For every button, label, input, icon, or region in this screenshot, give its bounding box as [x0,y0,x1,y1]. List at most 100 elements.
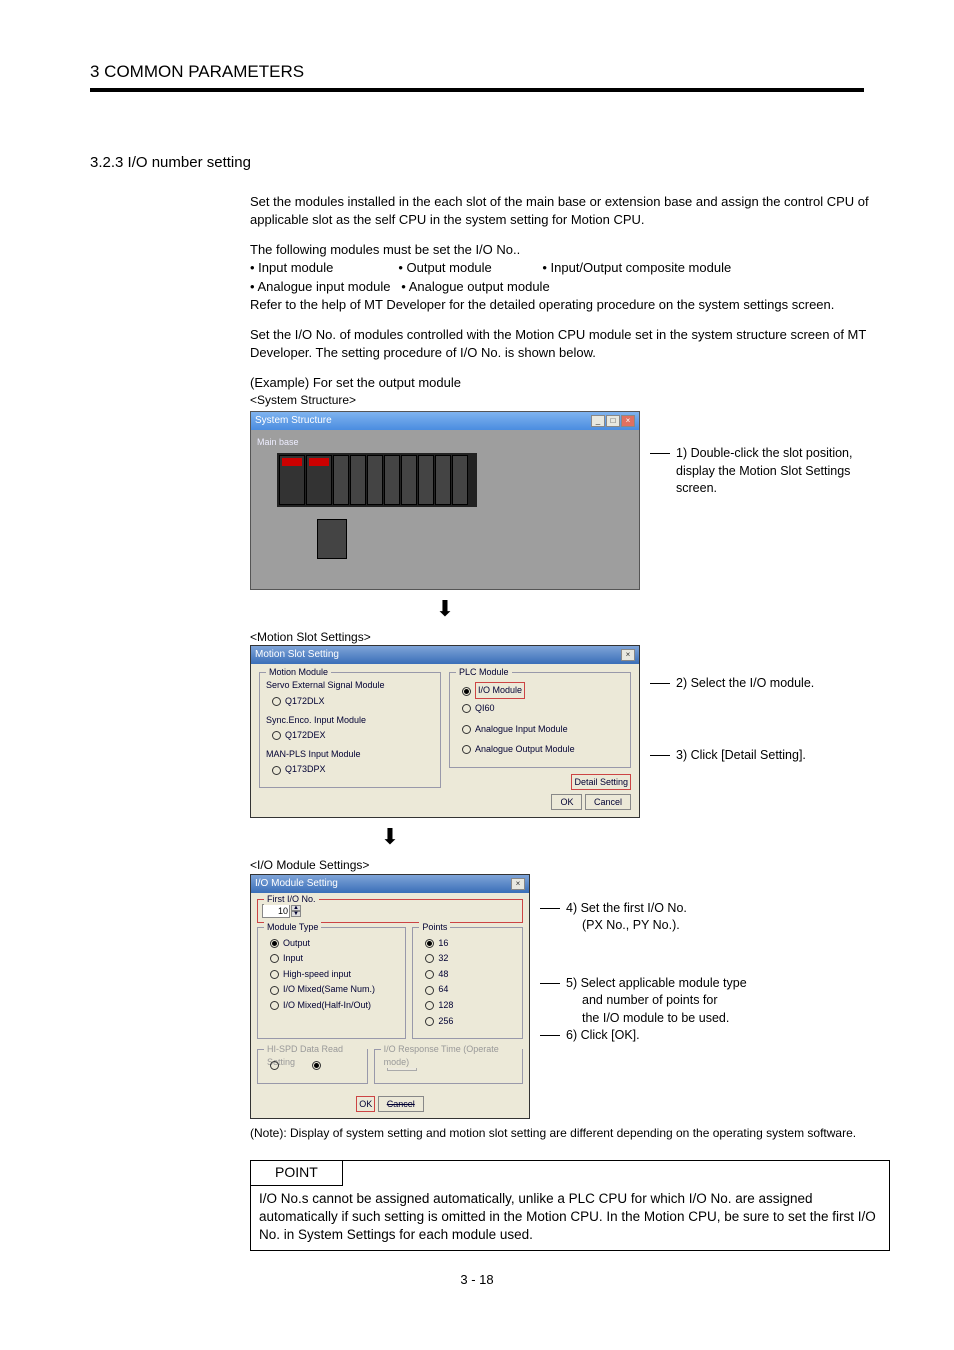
down-arrow-icon: ⬇ [250,594,640,625]
radio-label: Q172DLX [285,696,325,706]
radio-label: QI60 [475,703,495,713]
radio-label: Output [283,938,310,948]
hs-read-group: HI-SPD Data Read Setting Used Unused [257,1049,368,1084]
minimize-button[interactable]: _ [591,415,605,427]
close-button[interactable]: × [621,649,635,661]
first-io-group: First I/O No. ▲▼ [257,899,523,923]
radio-p256[interactable]: 256 [425,1015,516,1028]
radio-p64[interactable]: 64 [425,983,516,996]
group-title: PLC Module [456,666,512,679]
module-slot[interactable] [401,455,417,505]
module-slot[interactable] [350,455,366,505]
radio-label: I/O Module [475,682,525,699]
module-slot[interactable] [418,455,434,505]
module-slot[interactable] [452,455,468,505]
cancel-button[interactable]: Cancel [585,794,631,810]
radio-label: Analogue Input Module [475,724,568,734]
chapter-title: 3 COMMON PARAMETERS [90,60,864,84]
radio-label: High-speed input [283,969,351,979]
radio-q172dlx[interactable]: Q172DLX [272,695,434,708]
radio-p48[interactable]: 48 [425,968,516,981]
bullet-row: • Input module • Output module • Input/O… [250,259,890,277]
spin-down-icon[interactable]: ▼ [291,911,301,917]
radio-q172dex[interactable]: Q172DEX [272,729,434,742]
horizontal-rule [90,88,864,92]
note: (Note): Display of system setting and mo… [250,1125,890,1142]
annotation-3: 3) Click [Detail Setting]. [676,747,806,765]
window-titlebar: I/O Module Setting × [251,875,529,893]
group-title: Motion Module [266,666,331,679]
module-slot[interactable] [435,455,451,505]
radio-hs-input[interactable]: High-speed input [270,968,399,981]
motion-module-group: Motion Module Servo External Signal Modu… [259,672,441,788]
annotation-6: 6) Click [OK]. [566,1027,640,1045]
first-io-spinner[interactable]: ▲▼ [262,904,301,918]
radio-qi60[interactable]: QI60 [462,702,624,715]
cancel-button[interactable]: Cancel [378,1096,424,1112]
paragraph: Set the modules installed in the each sl… [250,193,890,229]
window-title: System Structure [255,414,332,428]
close-button[interactable]: × [511,878,525,890]
radio-label: 256 [438,1016,453,1026]
radio-label: 48 [438,969,448,979]
annotation-2: 2) Select the I/O module. [676,675,814,693]
down-arrow-icon: ⬇ [250,822,530,853]
cpu-slot[interactable] [306,455,332,505]
points-group: Points 16 32 48 64 128 256 [412,927,523,1040]
radio-q173dpx[interactable]: Q173DPX [272,763,434,776]
group-title: Module Type [264,921,321,934]
radio-label: I/O Mixed(Same Num.) [283,984,375,994]
mainbase-label: Main base [257,436,633,449]
figure-caption: <System Structure> [250,392,890,409]
radio-mixed-half[interactable]: I/O Mixed(Half-In/Out) [270,999,399,1012]
module-slot[interactable] [384,455,400,505]
bullet-row: • Analogue input module • Analogue outpu… [250,278,890,296]
system-structure-window: System Structure _ □ × Main base [250,411,640,590]
radio-p32[interactable]: 32 [425,952,516,965]
close-button[interactable]: × [621,415,635,427]
group-title: Points [419,921,450,934]
chassis [277,453,477,507]
radio-label: 16 [438,938,448,948]
maximize-button[interactable]: □ [606,415,620,427]
radio-io-module[interactable]: I/O Module [462,682,624,699]
annotation-4a: 4) Set the first I/O No. [566,900,687,918]
cpu-slot[interactable] [279,455,305,505]
radio-output[interactable]: Output [270,937,399,950]
group-title: First I/O No. [264,893,319,906]
annotation-5c: the I/O module to be used. [566,1010,747,1028]
servo-external-label: Servo External Signal Module [266,679,434,692]
module-type-group: Module Type Output Input High-speed inpu… [257,927,406,1040]
radio-label: Input [283,953,303,963]
sync-enco-label: Sync.Enco. Input Module [266,714,434,727]
example-caption: (Example) For set the output module [250,374,890,392]
point-heading: POINT [250,1160,343,1186]
manpls-label: MAN-PLS Input Module [266,748,434,761]
window-title: Motion Slot Setting [255,648,339,662]
radio-p128[interactable]: 128 [425,999,516,1012]
section-title: 3.2.3 I/O number setting [90,152,864,173]
radio-label: 128 [438,1000,453,1010]
annotation-1: 1) Double-click the slot position, displ… [676,445,890,498]
radio-analog-input[interactable]: Analogue Input Module [462,723,624,736]
bullet: • Analogue input module [250,279,390,294]
point-body: I/O No.s cannot be assigned automaticall… [251,1186,889,1251]
radio-label: 64 [438,984,448,994]
ok-button[interactable]: OK [551,794,582,810]
ok-button[interactable]: OK [356,1096,375,1113]
radio-p16[interactable]: 16 [425,937,516,950]
detail-setting-button[interactable]: Detail Setting [571,774,631,791]
module-slot[interactable] [333,455,349,505]
annotation-5b: and number of points for [566,992,747,1010]
paragraph: Set the I/O No. of modules controlled wi… [250,326,890,362]
front-connector [317,519,347,559]
radio-label: Analogue Output Module [475,744,575,754]
module-slot[interactable] [367,455,383,505]
radio-mixed-same[interactable]: I/O Mixed(Same Num.) [270,983,399,996]
window-titlebar: System Structure _ □ × [251,412,639,430]
paragraph: The following modules must be set the I/… [250,241,890,259]
plc-module-group: PLC Module I/O Module QI60 Analogue Inpu… [449,672,631,767]
first-io-input[interactable] [262,904,290,918]
radio-analog-output[interactable]: Analogue Output Module [462,743,624,756]
radio-input[interactable]: Input [270,952,399,965]
